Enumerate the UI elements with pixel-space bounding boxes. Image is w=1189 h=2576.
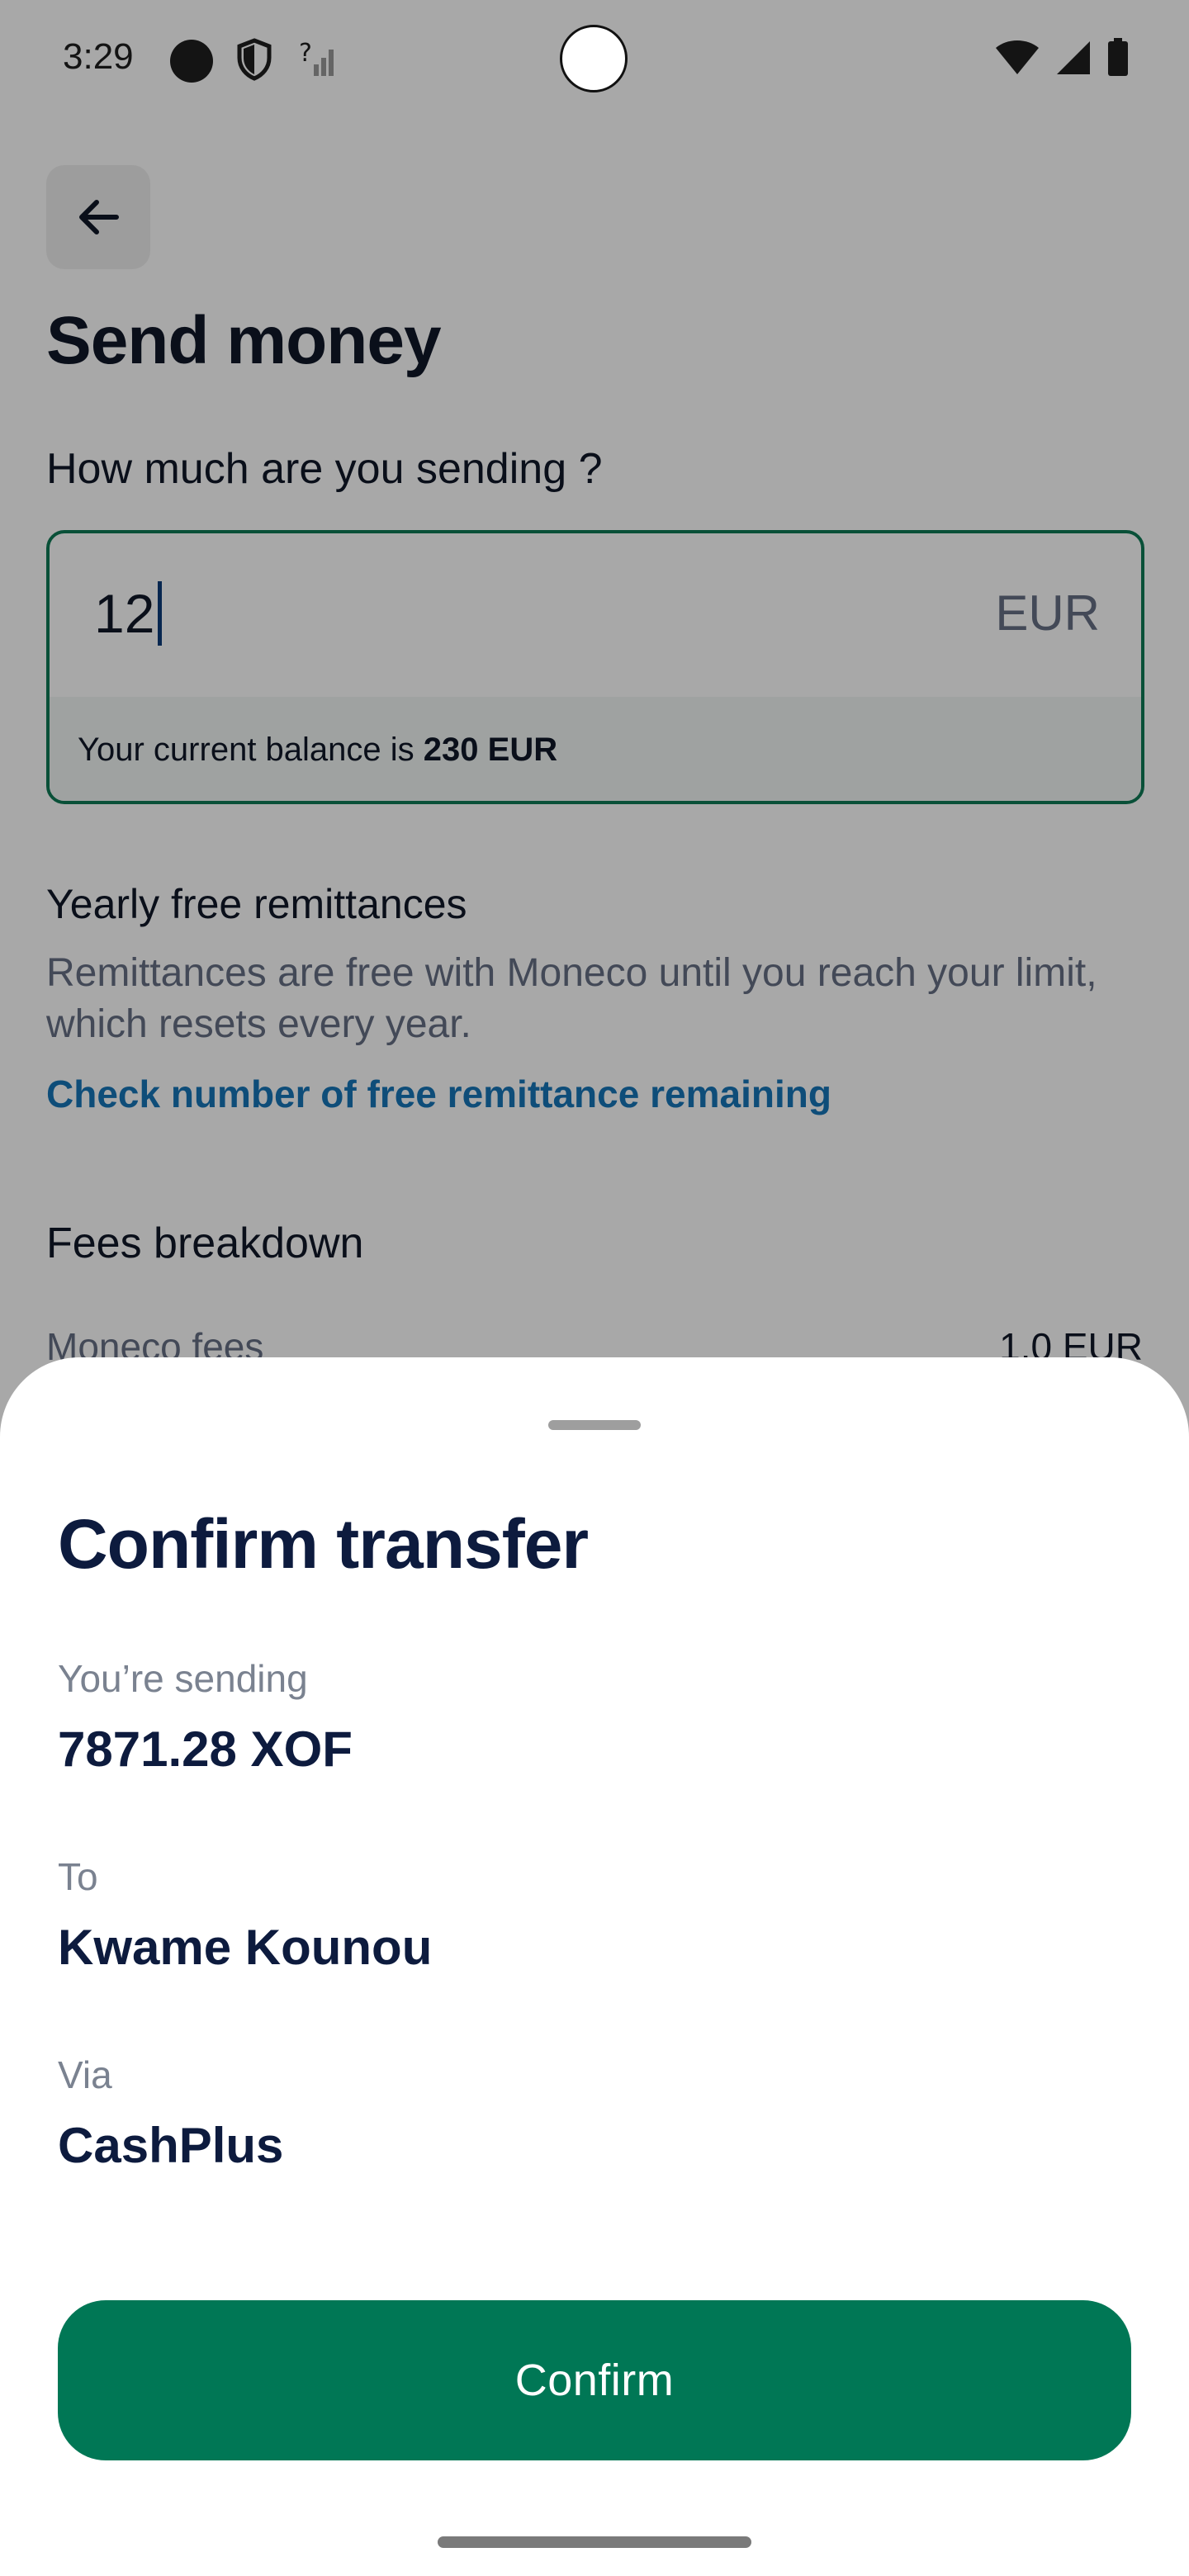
recipient-name: Kwame Kounou	[58, 1920, 433, 1975]
sending-value: 7871.28 XOF	[58, 1721, 353, 1777]
via-provider: CashPlus	[58, 2118, 284, 2173]
confirm-transfer-sheet: Confirm transfer You’re sending 7871.28 …	[0, 1357, 1189, 2576]
to-label: To	[58, 1855, 98, 1898]
sending-label: You’re sending	[58, 1657, 308, 1700]
camera-cutout	[560, 25, 628, 92]
sheet-drag-handle[interactable]	[548, 1420, 641, 1430]
screen: 3:29 ? Send money How much are you sendi…	[0, 0, 1189, 2576]
home-indicator[interactable]	[438, 2536, 751, 2548]
confirm-button[interactable]: Confirm	[58, 2300, 1131, 2460]
sheet-title: Confirm transfer	[58, 1505, 589, 1583]
via-label: Via	[58, 2053, 112, 2096]
